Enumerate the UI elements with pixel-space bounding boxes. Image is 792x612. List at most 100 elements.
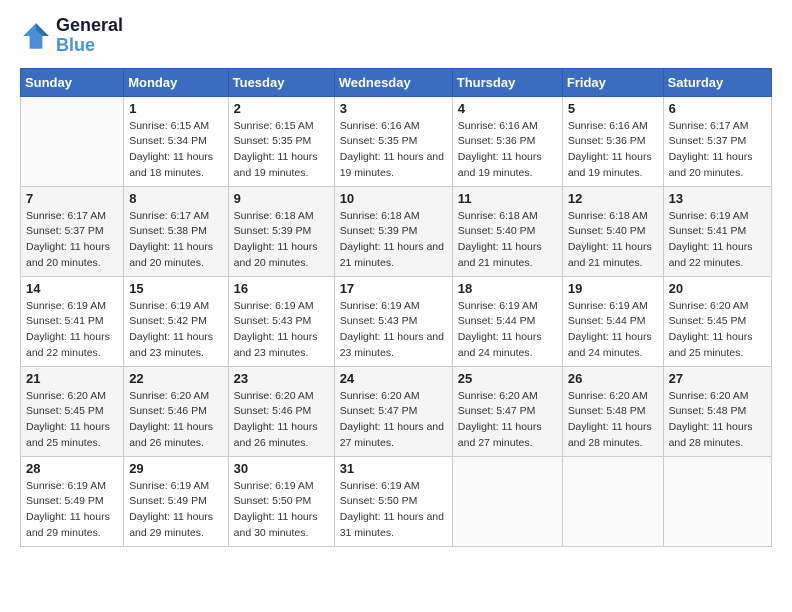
calendar-cell: 6Sunrise: 6:17 AMSunset: 5:37 PMDaylight… [663, 96, 771, 186]
day-number: 25 [458, 371, 557, 386]
day-info: Sunrise: 6:19 AMSunset: 5:44 PMDaylight:… [568, 299, 658, 362]
day-number: 6 [669, 101, 766, 116]
day-number: 13 [669, 191, 766, 206]
calendar-cell: 25 Sunrise: 6:20 AMSunset: 5:47 PMDayligh… [452, 366, 562, 456]
calendar-header: SundayMondayTuesdayWednesdayThursdayFrid… [21, 68, 772, 96]
day-info: Sunrise: 6:19 AMSunset: 5:43 PMDaylight:… [340, 299, 447, 362]
day-info: Sunrise: 6:20 AMSunset: 5:47 PMDaylight:… [458, 389, 557, 452]
day-info: Sunrise: 6:20 AMSunset: 5:45 PMDaylight:… [669, 299, 766, 362]
day-info: Sunrise: 6:16 AMSunset: 5:36 PMDaylight:… [568, 119, 658, 182]
calendar-cell: 26 Sunrise: 6:20 AMSunset: 5:48 PMDayligh… [562, 366, 663, 456]
calendar-cell: 15 Sunrise: 6:19 AMSunset: 5:42 PMDayligh… [124, 276, 228, 366]
day-number: 3 [340, 101, 447, 116]
day-info: Sunrise: 6:19 AMSunset: 5:41 PMDaylight:… [669, 209, 766, 272]
day-number: 22 [129, 371, 222, 386]
day-number: 17 [340, 281, 447, 296]
day-number: 12 [568, 191, 658, 206]
day-info: Sunrise: 6:19 AMSunset: 5:50 PMDaylight:… [340, 479, 447, 542]
calendar-cell: 12 Sunrise: 6:18 AMSunset: 5:40 PMDayligh… [562, 186, 663, 276]
day-info: Sunrise: 6:19 AMSunset: 5:44 PMDaylight:… [458, 299, 557, 362]
calendar-cell: 22Sunrise: 6:20 AMSunset: 5:46 PMDayligh… [124, 366, 228, 456]
day-number: 29 [129, 461, 222, 476]
day-info: Sunrise: 6:15 AMSunset: 5:35 PMDaylight:… [234, 119, 329, 182]
calendar-week-row: 14 Sunrise: 6:19 AMSunset: 5:41 PMDayligh… [21, 276, 772, 366]
weekday-header: Saturday [663, 68, 771, 96]
calendar-cell: 10 Sunrise: 6:18 AMSunset: 5:39 PMDayligh… [334, 186, 452, 276]
logo-text: General Blue [56, 16, 123, 56]
calendar-cell: 31 Sunrise: 6:19 AMSunset: 5:50 PMDayligh… [334, 456, 452, 546]
calendar-cell: 17 Sunrise: 6:19 AMSunset: 5:43 PMDayligh… [334, 276, 452, 366]
calendar-cell: 19 Sunrise: 6:19 AMSunset: 5:44 PMDayligh… [562, 276, 663, 366]
calendar: SundayMondayTuesdayWednesdayThursdayFrid… [20, 68, 772, 547]
calendar-cell [452, 456, 562, 546]
day-info: Sunrise: 6:19 AMSunset: 5:42 PMDaylight:… [129, 299, 222, 362]
calendar-cell: 21Sunrise: 6:20 AMSunset: 5:45 PMDayligh… [21, 366, 124, 456]
day-info: Sunrise: 6:19 AMSunset: 5:49 PMDaylight:… [26, 479, 118, 542]
day-number: 8 [129, 191, 222, 206]
calendar-cell: 14 Sunrise: 6:19 AMSunset: 5:41 PMDayligh… [21, 276, 124, 366]
day-info: Sunrise: 6:19 AMSunset: 5:50 PMDaylight:… [234, 479, 329, 542]
calendar-cell [562, 456, 663, 546]
weekday-header: Monday [124, 68, 228, 96]
header: General Blue [20, 16, 772, 56]
day-number: 23 [234, 371, 329, 386]
calendar-cell: 27Sunrise: 6:20 AMSunset: 5:48 PMDayligh… [663, 366, 771, 456]
logo-line2: Blue [56, 36, 123, 56]
calendar-cell: 4Sunrise: 6:16 AMSunset: 5:36 PMDaylight… [452, 96, 562, 186]
calendar-cell: 5 Sunrise: 6:16 AMSunset: 5:36 PMDaylight… [562, 96, 663, 186]
weekday-header: Thursday [452, 68, 562, 96]
day-info: Sunrise: 6:20 AMSunset: 5:48 PMDaylight:… [568, 389, 658, 452]
calendar-week-row: 21Sunrise: 6:20 AMSunset: 5:45 PMDayligh… [21, 366, 772, 456]
calendar-cell: 13 Sunrise: 6:19 AMSunset: 5:41 PMDayligh… [663, 186, 771, 276]
day-info: Sunrise: 6:18 AMSunset: 5:40 PMDaylight:… [568, 209, 658, 272]
calendar-week-row: 1 Sunrise: 6:15 AMSunset: 5:34 PMDaylight… [21, 96, 772, 186]
day-number: 1 [129, 101, 222, 116]
calendar-cell: 2 Sunrise: 6:15 AMSunset: 5:35 PMDaylight… [228, 96, 334, 186]
day-info: Sunrise: 6:18 AMSunset: 5:39 PMDaylight:… [234, 209, 329, 272]
day-number: 20 [669, 281, 766, 296]
logo-line1: General [56, 16, 123, 36]
calendar-cell: 23Sunrise: 6:20 AMSunset: 5:46 PMDayligh… [228, 366, 334, 456]
calendar-cell [663, 456, 771, 546]
weekday-header: Wednesday [334, 68, 452, 96]
day-number: 14 [26, 281, 118, 296]
weekday-header: Sunday [21, 68, 124, 96]
calendar-cell: 30Sunrise: 6:19 AMSunset: 5:50 PMDayligh… [228, 456, 334, 546]
calendar-cell: 1 Sunrise: 6:15 AMSunset: 5:34 PMDaylight… [124, 96, 228, 186]
calendar-cell: 7 Sunrise: 6:17 AMSunset: 5:37 PMDaylight… [21, 186, 124, 276]
day-info: Sunrise: 6:17 AMSunset: 5:37 PMDaylight:… [26, 209, 118, 272]
day-number: 5 [568, 101, 658, 116]
calendar-cell: 3Sunrise: 6:16 AMSunset: 5:35 PMDaylight… [334, 96, 452, 186]
calendar-week-row: 28 Sunrise: 6:19 AMSunset: 5:49 PMDayligh… [21, 456, 772, 546]
calendar-cell: 29Sunrise: 6:19 AMSunset: 5:49 PMDayligh… [124, 456, 228, 546]
day-number: 31 [340, 461, 447, 476]
day-info: Sunrise: 6:15 AMSunset: 5:34 PMDaylight:… [129, 119, 222, 182]
day-number: 10 [340, 191, 447, 206]
weekday-header: Friday [562, 68, 663, 96]
calendar-week-row: 7 Sunrise: 6:17 AMSunset: 5:37 PMDaylight… [21, 186, 772, 276]
calendar-cell: 20 Sunrise: 6:20 AMSunset: 5:45 PMDayligh… [663, 276, 771, 366]
day-number: 4 [458, 101, 557, 116]
day-number: 21 [26, 371, 118, 386]
day-number: 11 [458, 191, 557, 206]
day-number: 26 [568, 371, 658, 386]
day-number: 2 [234, 101, 329, 116]
day-number: 24 [340, 371, 447, 386]
day-number: 7 [26, 191, 118, 206]
day-number: 16 [234, 281, 329, 296]
day-number: 27 [669, 371, 766, 386]
day-number: 19 [568, 281, 658, 296]
calendar-cell: 24Sunrise: 6:20 AMSunset: 5:47 PMDayligh… [334, 366, 452, 456]
day-number: 18 [458, 281, 557, 296]
weekday-header: Tuesday [228, 68, 334, 96]
calendar-cell: 11Sunrise: 6:18 AMSunset: 5:40 PMDayligh… [452, 186, 562, 276]
day-info: Sunrise: 6:18 AMSunset: 5:39 PMDaylight:… [340, 209, 447, 272]
day-number: 28 [26, 461, 118, 476]
calendar-cell: 16 Sunrise: 6:19 AMSunset: 5:43 PMDayligh… [228, 276, 334, 366]
day-number: 15 [129, 281, 222, 296]
day-info: Sunrise: 6:19 AMSunset: 5:43 PMDaylight:… [234, 299, 329, 362]
day-info: Sunrise: 6:19 AMSunset: 5:41 PMDaylight:… [26, 299, 118, 362]
logo: General Blue [20, 16, 123, 56]
calendar-cell: 9Sunrise: 6:18 AMSunset: 5:39 PMDaylight… [228, 186, 334, 276]
calendar-body: 1 Sunrise: 6:15 AMSunset: 5:34 PMDaylight… [21, 96, 772, 546]
